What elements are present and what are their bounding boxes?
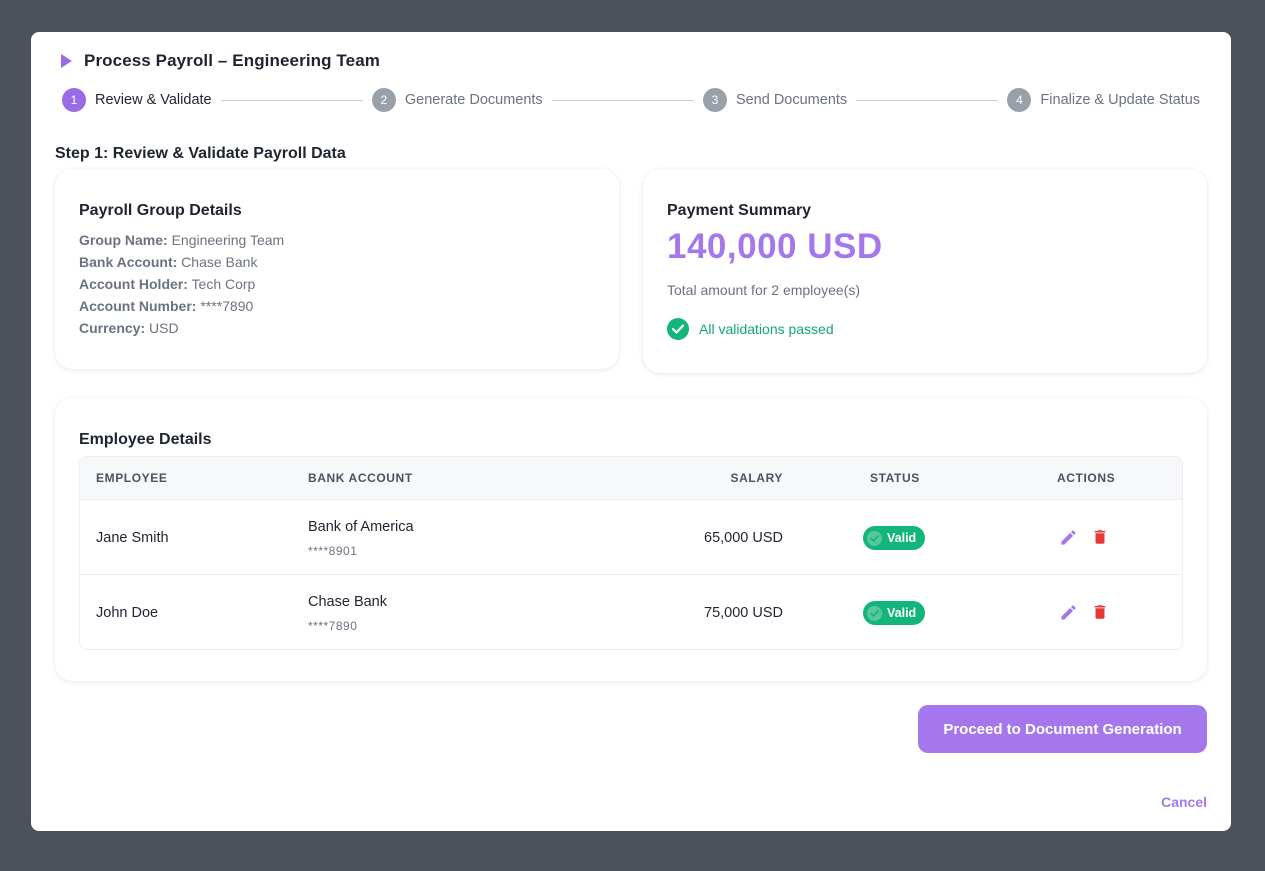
step-label: Send Documents — [735, 92, 848, 108]
table-row: Jane Smith Bank of America ****8901 65,0… — [80, 499, 1182, 574]
play-icon — [61, 54, 72, 68]
detail-key: Currency: — [79, 320, 146, 336]
step-number: 2 — [371, 88, 396, 112]
detail-key: Group Name: — [79, 232, 168, 248]
status-badge: Valid — [863, 526, 926, 550]
employee-name: Jane Smith — [96, 530, 169, 546]
step-number: 4 — [1007, 88, 1032, 112]
step-connector — [856, 99, 999, 101]
payroll-group-details-card: Payroll Group Details Group Name: Engine… — [55, 169, 619, 369]
modal-title: Process Payroll – Engineering Team — [84, 51, 380, 70]
bank-name: Chase Bank — [308, 594, 387, 610]
column-header-employee: EMPLOYEE — [96, 471, 168, 485]
step-number: 3 — [702, 88, 727, 112]
step-finalize-update-status[interactable]: 4 Finalize & Update Status — [1007, 88, 1200, 112]
detail-group-name: Group Name: Engineering Team — [79, 229, 284, 251]
bank-name: Bank of America — [308, 519, 414, 535]
edit-icon[interactable] — [1058, 526, 1078, 548]
card-title: Payroll Group Details — [79, 202, 242, 219]
detail-value: USD — [149, 320, 179, 336]
detail-bank-account: Bank Account: Chase Bank — [79, 251, 284, 273]
column-header-salary: SALARY — [730, 471, 783, 485]
column-header-actions: ACTIONS — [1057, 471, 1116, 485]
total-employees-text: Total amount for 2 employee(s) — [667, 282, 860, 298]
validation-text: All validations passed — [699, 321, 834, 337]
step-label: Review & Validate — [95, 92, 212, 108]
delete-icon[interactable] — [1090, 526, 1110, 548]
stepper: 1 Review & Validate 2 Generate Documents… — [62, 88, 1200, 112]
column-header-bank-account: BANK ACCOUNT — [308, 471, 413, 485]
column-header-status: STATUS — [870, 471, 920, 485]
proceed-to-document-generation-button[interactable]: Proceed to Document Generation — [918, 705, 1207, 753]
card-title: Employee Details — [79, 431, 212, 448]
step-review-validate[interactable]: 1 Review & Validate — [62, 88, 212, 112]
step-generate-documents[interactable]: 2 Generate Documents — [371, 88, 543, 112]
card-title: Payment Summary — [667, 202, 812, 219]
table-row: John Doe Chase Bank ****7890 75,000 USD … — [80, 574, 1182, 649]
detail-key: Account Number: — [79, 298, 197, 314]
detail-value: Engineering Team — [171, 232, 285, 248]
status-label: Valid — [887, 531, 917, 545]
delete-icon[interactable] — [1090, 601, 1110, 623]
bank-account-number: ****8901 — [308, 544, 358, 558]
detail-value: ****7890 — [200, 298, 254, 314]
detail-value: Chase Bank — [181, 254, 258, 270]
total-amount: 140,000 USD — [667, 227, 883, 266]
step-number: 1 — [62, 88, 86, 112]
table-header: EMPLOYEE BANK ACCOUNT SALARY STATUS ACTI… — [80, 457, 1182, 499]
detail-key: Account Holder: — [79, 276, 188, 292]
detail-key: Bank Account: — [79, 254, 178, 270]
detail-currency: Currency: USD — [79, 317, 284, 339]
step-label: Finalize & Update Status — [1040, 92, 1201, 108]
detail-account-holder: Account Holder: Tech Corp — [79, 273, 284, 295]
employee-table: EMPLOYEE BANK ACCOUNT SALARY STATUS ACTI… — [79, 456, 1183, 650]
step-connector — [551, 99, 694, 101]
detail-value: Tech Corp — [191, 276, 256, 292]
row-actions — [1058, 601, 1110, 623]
bank-account-number: ****7890 — [308, 619, 358, 633]
salary: 75,000 USD — [704, 605, 783, 621]
salary: 65,000 USD — [704, 530, 783, 546]
status-label: Valid — [887, 606, 917, 620]
cancel-button[interactable]: Cancel — [1161, 794, 1207, 810]
payment-summary-card: Payment Summary 140,000 USD Total amount… — [643, 169, 1207, 373]
employee-details-card: Employee Details EMPLOYEE BANK ACCOUNT S… — [55, 398, 1207, 681]
detail-account-number: Account Number: ****7890 — [79, 295, 284, 317]
step-connector — [220, 99, 363, 101]
section-title: Step 1: Review & Validate Payroll Data — [55, 145, 346, 162]
process-payroll-modal: Process Payroll – Engineering Team 1 Rev… — [31, 32, 1231, 831]
employee-name: John Doe — [96, 605, 159, 621]
step-send-documents[interactable]: 3 Send Documents — [702, 88, 848, 112]
status-badge: Valid — [863, 601, 926, 625]
edit-icon[interactable] — [1058, 601, 1078, 623]
row-actions — [1058, 526, 1110, 548]
modal-header: Process Payroll – Engineering Team — [61, 51, 380, 71]
step-label: Generate Documents — [404, 92, 543, 108]
check-circle-icon — [667, 318, 689, 340]
check-icon — [867, 530, 882, 546]
validation-status: All validations passed — [667, 318, 834, 340]
check-icon — [867, 605, 882, 621]
group-details-list: Group Name: Engineering Team Bank Accoun… — [79, 229, 284, 339]
